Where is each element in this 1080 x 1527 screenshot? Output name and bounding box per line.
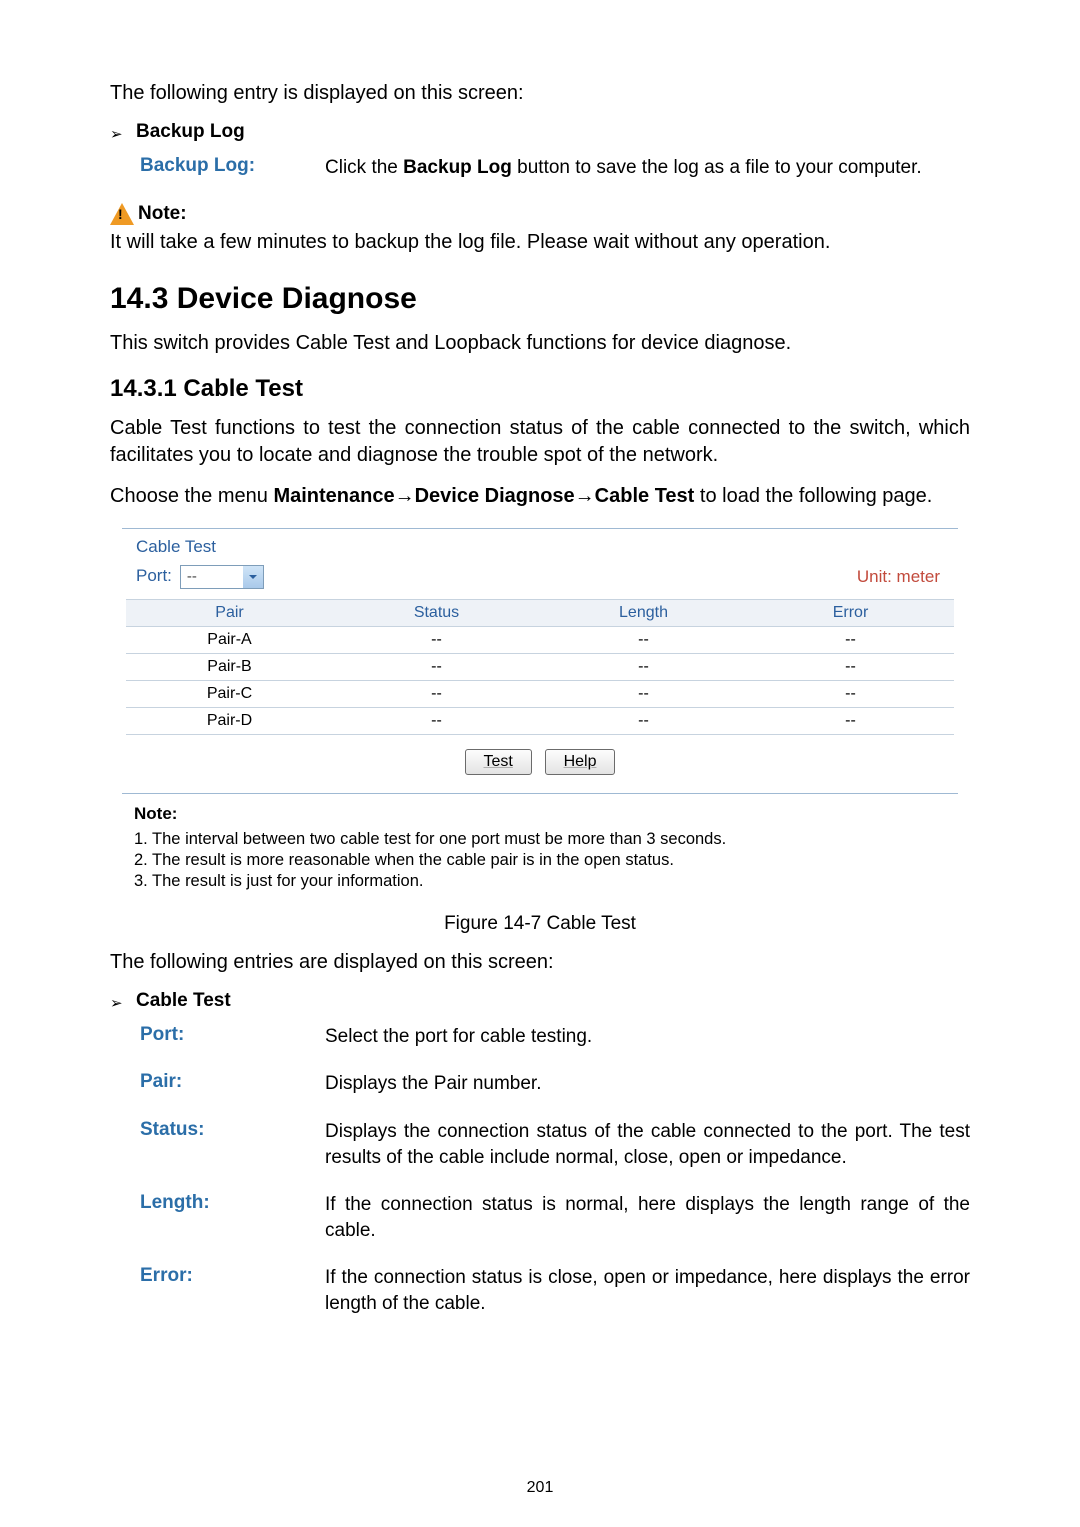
panel-note-item: 3. The result is just for your informati… [134, 872, 946, 891]
cell-error: -- [747, 631, 954, 649]
cell-status: -- [333, 712, 540, 730]
cable-test-panel: Cable Test Port: -- Unit: meter Pair St [122, 528, 958, 794]
note-label: Note: [138, 203, 187, 225]
def-desc: Select the port for cable testing. [325, 1024, 970, 1050]
port-select[interactable]: -- [180, 565, 264, 589]
arrowhead-icon: ➢ [110, 990, 136, 1012]
text: Choose the menu [110, 485, 273, 507]
cable-test-heading-label: Cable Test [136, 990, 231, 1012]
cell-error: -- [747, 712, 954, 730]
menu-path: Choose the menu Maintenance→Device Diagn… [110, 483, 970, 510]
figure-caption: Figure 14-7 Cable Test [110, 913, 970, 935]
cell-pair: Pair-B [126, 658, 333, 676]
cell-pair: Pair-D [126, 712, 333, 730]
panel-title: Cable Test [122, 529, 958, 565]
panel-port-row: Port: -- Unit: meter [122, 565, 958, 599]
text-bold: Maintenance [273, 485, 394, 507]
cell-pair: Pair-C [126, 685, 333, 703]
cell-status: -- [333, 658, 540, 676]
cable-test-panel-wrap: Cable Test Port: -- Unit: meter Pair St [122, 528, 958, 891]
cell-status: -- [333, 685, 540, 703]
arrow-icon: → [395, 485, 415, 507]
def-term: Length: [140, 1192, 325, 1243]
page-number: 201 [0, 1479, 1080, 1497]
port-label: Port: [136, 566, 172, 587]
note-text: It will take a few minutes to backup the… [110, 229, 970, 256]
cell-length: -- [540, 631, 747, 649]
backup-log-term: Backup Log: [140, 155, 325, 181]
backup-log-heading: ➢ Backup Log [110, 121, 970, 143]
cell-error: -- [747, 685, 954, 703]
section-heading: 14.3 Device Diagnose [110, 282, 970, 316]
text: Click the [325, 157, 403, 178]
def-desc: Displays the Pair number. [325, 1071, 970, 1097]
panel-note-item: 2. The result is more reasonable when th… [134, 851, 946, 870]
def-length: Length: If the connection status is norm… [140, 1192, 970, 1243]
button-row: Test Help [122, 735, 958, 775]
backup-log-definition: Backup Log: Click the Backup Log button … [140, 155, 970, 181]
text-bold: Device Diagnose [415, 485, 575, 507]
col-error: Error [747, 604, 954, 622]
port-select-value: -- [181, 568, 243, 585]
intro-text: The following entry is displayed on this… [110, 80, 970, 107]
panel-note: Note: 1. The interval between two cable … [134, 804, 946, 891]
table-header-row: Pair Status Length Error [126, 599, 954, 626]
def-status: Status: Displays the connection status o… [140, 1119, 970, 1170]
arrowhead-icon: ➢ [110, 121, 136, 143]
backup-log-heading-label: Backup Log [136, 121, 245, 143]
intro-text-2: The following entries are displayed on t… [110, 949, 970, 976]
warning-icon [110, 203, 134, 225]
def-term: Pair: [140, 1071, 325, 1097]
cable-test-heading: ➢ Cable Test [110, 990, 970, 1012]
chevron-down-icon[interactable] [243, 566, 263, 588]
section-para: This switch provides Cable Test and Loop… [110, 330, 970, 357]
backup-log-desc: Click the Backup Log button to save the … [325, 155, 970, 181]
cell-length: -- [540, 658, 747, 676]
page: The following entry is displayed on this… [0, 0, 1080, 1527]
note-heading: Note: [110, 203, 970, 225]
cell-pair: Pair-A [126, 631, 333, 649]
text: to load the following page. [694, 485, 932, 507]
test-button[interactable]: Test [465, 749, 532, 775]
text-bold: Backup Log [403, 157, 512, 178]
cell-length: -- [540, 685, 747, 703]
port-control: Port: -- [136, 565, 264, 589]
text-bold: Cable Test [595, 485, 695, 507]
cable-test-table: Pair Status Length Error Pair-A -- -- --… [126, 599, 954, 735]
text: button to save the log as a file to your… [512, 157, 922, 178]
col-status: Status [333, 604, 540, 622]
arrow-icon: → [575, 485, 595, 507]
table-row: Pair-D -- -- -- [126, 707, 954, 735]
col-pair: Pair [126, 604, 333, 622]
def-term: Status: [140, 1119, 325, 1170]
panel-note-item: 1. The interval between two cable test f… [134, 830, 946, 849]
cell-error: -- [747, 658, 954, 676]
col-length: Length [540, 604, 747, 622]
def-desc: If the connection status is close, open … [325, 1265, 970, 1316]
def-term: Port: [140, 1024, 325, 1050]
def-term: Error: [140, 1265, 325, 1316]
def-error: Error: If the connection status is close… [140, 1265, 970, 1316]
def-desc: If the connection status is normal, here… [325, 1192, 970, 1243]
def-pair: Pair: Displays the Pair number. [140, 1071, 970, 1097]
table-row: Pair-A -- -- -- [126, 626, 954, 653]
subsection-para: Cable Test functions to test the connect… [110, 415, 970, 469]
table-row: Pair-C -- -- -- [126, 680, 954, 707]
cell-status: -- [333, 631, 540, 649]
def-desc: Displays the connection status of the ca… [325, 1119, 970, 1170]
unit-label: Unit: meter [857, 567, 940, 587]
cell-length: -- [540, 712, 747, 730]
table-row: Pair-B -- -- -- [126, 653, 954, 680]
help-button[interactable]: Help [545, 749, 616, 775]
def-port: Port: Select the port for cable testing. [140, 1024, 970, 1050]
subsection-heading: 14.3.1 Cable Test [110, 375, 970, 403]
panel-note-heading: Note: [134, 804, 946, 824]
